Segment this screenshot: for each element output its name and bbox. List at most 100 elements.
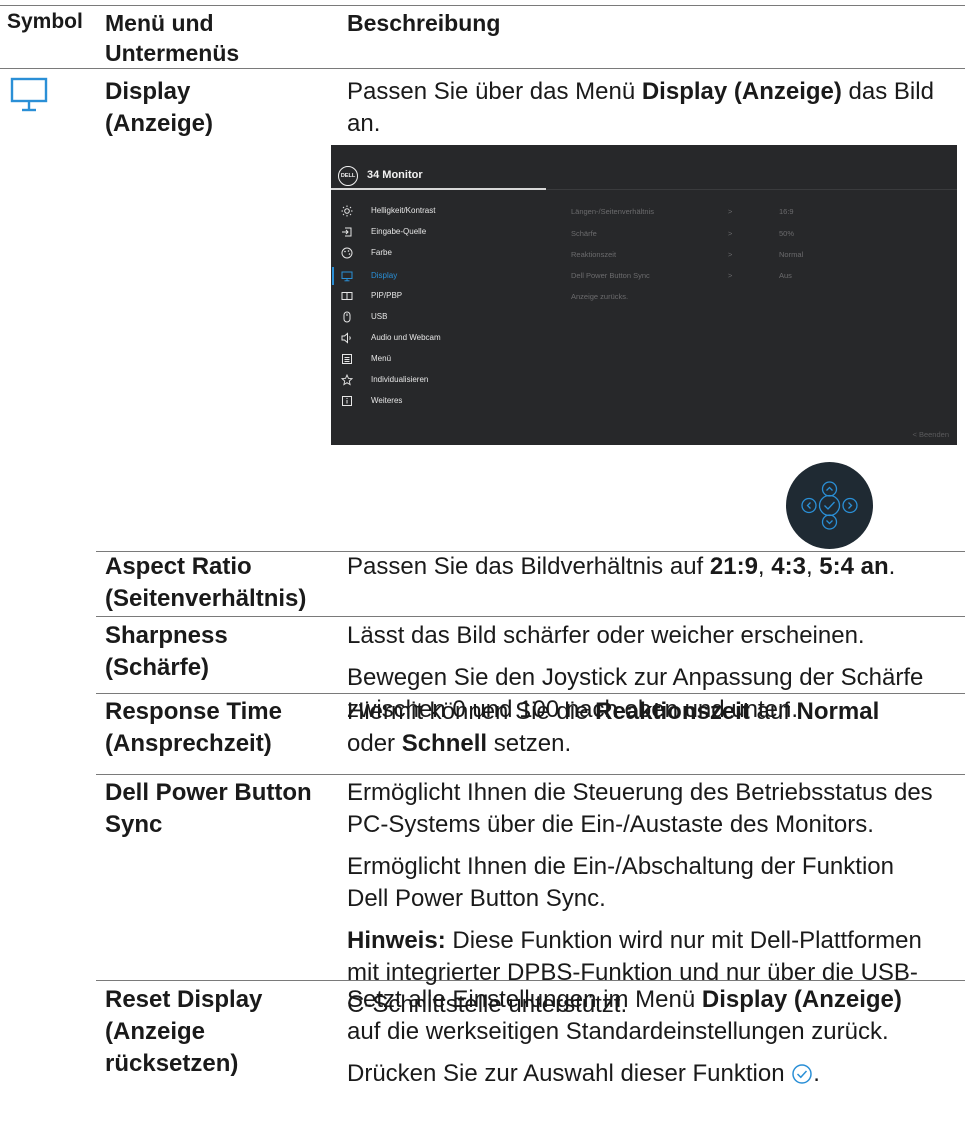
- osd-submenu-sharpness[interactable]: Schärfe: [571, 229, 597, 239]
- text: Drücken Sie zur Auswahl dieser Funktion: [347, 1060, 792, 1087]
- osd-menu-item-pip[interactable]: PIP/PBP: [341, 287, 541, 305]
- osd-menu-label: Weiteres: [371, 396, 403, 405]
- joystick-right-icon: [842, 497, 858, 514]
- display-icon: [341, 271, 353, 282]
- osd-menu-item-audio[interactable]: Audio und Webcam: [341, 329, 541, 347]
- color-palette-icon: [341, 247, 353, 259]
- osd-submenu-arrow: >: [728, 250, 733, 259]
- table-top-rule: [0, 5, 965, 6]
- display-description: Passen Sie über das Menü Display (Anzeig…: [347, 76, 934, 140]
- text: Sync: [105, 811, 163, 838]
- text: rücksetzen): [105, 1050, 239, 1077]
- header-menu-line1: Menü und: [105, 10, 214, 36]
- osd-submenu-reset[interactable]: Anzeige zurücks.: [571, 292, 628, 302]
- osd-menu-label: Audio und Webcam: [371, 333, 441, 342]
- text: Dell Power Button: [105, 779, 312, 806]
- text: Passen Sie das Bildverhältnis auf: [347, 553, 710, 580]
- osd-menu-item-display[interactable]: Display: [341, 267, 541, 285]
- text: (Schärfe): [105, 654, 210, 681]
- text: (Seitenverhältnis): [105, 585, 307, 612]
- osd-menu-item-menu[interactable]: Menü: [341, 350, 541, 368]
- osd-submenu-value: Aus: [779, 271, 792, 280]
- text: Passen Sie über das Menü: [347, 78, 642, 105]
- osd-submenu-value: 16:9: [779, 207, 794, 216]
- bold-text: Display (Anzeige): [701, 986, 902, 1013]
- text: ,: [757, 553, 772, 580]
- text: Sharpness: [105, 622, 228, 649]
- osd-submenu-aspect[interactable]: Längen-/Seitenverhältnis: [571, 207, 654, 217]
- header-bottom-rule: [0, 68, 965, 69]
- text: .: [888, 553, 896, 580]
- osd-menu-item-input[interactable]: Eingabe-Quelle: [341, 223, 541, 241]
- dpbs-name: Dell Power Button Sync: [105, 777, 312, 841]
- osd-divider: [546, 188, 957, 190]
- osd-menu-label: PIP/PBP: [371, 291, 403, 300]
- text: Setzt alle Einstellungen im Menü: [347, 986, 702, 1013]
- osd-submenu-arrow: >: [728, 229, 733, 238]
- sharpness-name: Sharpness (Schärfe): [105, 620, 228, 684]
- bold-text: Normal: [796, 698, 880, 725]
- osd-submenu-dpbs[interactable]: Dell Power Button Sync: [571, 271, 650, 281]
- osd-menu-item-personalize[interactable]: Individualisieren: [341, 371, 541, 389]
- osd-submenu-arrow: >: [728, 207, 733, 216]
- bold-text: 4:3: [771, 553, 806, 580]
- text: Ermöglicht Ihnen die Steuerung des Betri…: [347, 779, 933, 806]
- row-rule: [96, 616, 965, 617]
- text: .: [813, 1060, 820, 1087]
- header-menu: Menü und Untermenüs: [105, 8, 239, 68]
- reset-display-name: Reset Display (Anzeige rücksetzen): [105, 984, 262, 1080]
- header-symbol: Symbol: [7, 10, 83, 33]
- osd-menu-screenshot: DELL 34 Monitor Helligkeit/Kontrast Eing…: [331, 145, 957, 445]
- bold-text: Reaktionszeit: [595, 698, 750, 725]
- display-menu-line1: Display: [105, 78, 191, 105]
- text: ,: [805, 553, 820, 580]
- text: Aspect Ratio: [105, 553, 252, 580]
- input-source-icon: [342, 227, 352, 237]
- text: Ermöglicht Ihnen die Ein-/Abschaltung de…: [347, 853, 894, 880]
- monitor-icon: [10, 75, 50, 115]
- reset-display-description: Setzt alle Einstellungen im Menü Display…: [347, 984, 902, 1090]
- osd-menu-item-others[interactable]: Weiteres: [341, 392, 541, 410]
- response-time-name: Response Time (Ansprechzeit): [105, 696, 282, 760]
- text: Lässt das Bild schärfer oder weicher ers…: [347, 622, 865, 649]
- display-menu-line2: (Anzeige): [105, 110, 213, 137]
- aspect-ratio-description: Passen Sie das Bildverhältnis auf 21:9, …: [347, 551, 895, 583]
- bold-text: 21:9: [709, 553, 758, 580]
- display-menu-name: Display (Anzeige): [105, 76, 213, 140]
- text: Dell Power Button Sync.: [347, 885, 606, 912]
- osd-exit-button[interactable]: < Beenden: [913, 430, 950, 439]
- aspect-ratio-name: Aspect Ratio (Seitenverhältnis): [105, 551, 306, 615]
- text: (Ansprechzeit): [105, 730, 272, 757]
- bold-text: Schnell: [401, 730, 488, 757]
- row-rule: [96, 774, 965, 775]
- osd-submenu-response[interactable]: Reaktionszeit: [571, 250, 616, 260]
- star-icon: [341, 374, 353, 386]
- text: PC-Systems über die Ein-/Austaste des Mo…: [347, 811, 874, 838]
- osd-menu-label: Helligkeit/Kontrast: [371, 206, 436, 215]
- check-circle-icon: [792, 1064, 812, 1084]
- osd-menu-label: USB: [371, 312, 388, 321]
- usb-mouse-icon: [343, 311, 351, 323]
- osd-menu-item-brightness[interactable]: Helligkeit/Kontrast: [341, 202, 541, 220]
- note-label: Hinweis:: [347, 927, 446, 954]
- osd-menu-label: Eingabe-Quelle: [371, 227, 427, 236]
- osd-submenu-arrow: >: [728, 271, 733, 280]
- text: Bewegen Sie den Joystick zur Anpassung d…: [347, 664, 924, 691]
- text: auf die werkseitigen Standardeinstellung…: [347, 1018, 889, 1045]
- response-time-description: Hiermit können Sie die Reaktionszeit auf…: [347, 696, 879, 760]
- osd-active-indicator: [332, 267, 334, 285]
- osd-title-underline: [331, 188, 546, 190]
- text: das Bild: [841, 78, 934, 105]
- text: Response Time: [105, 698, 282, 725]
- menu-icon: [342, 354, 352, 364]
- osd-menu-label: Farbe: [371, 248, 392, 257]
- osd-menu-item-usb[interactable]: USB: [341, 308, 541, 326]
- info-icon: [342, 396, 352, 406]
- text: oder: [347, 730, 402, 757]
- text: Reset Display: [105, 986, 263, 1013]
- header-menu-line2: Untermenüs: [105, 40, 240, 66]
- header-description: Beschreibung: [347, 10, 501, 36]
- text: Hiermit können Sie die: [347, 698, 596, 725]
- osd-menu-item-color[interactable]: Farbe: [341, 244, 541, 262]
- text: setzen.: [487, 730, 572, 757]
